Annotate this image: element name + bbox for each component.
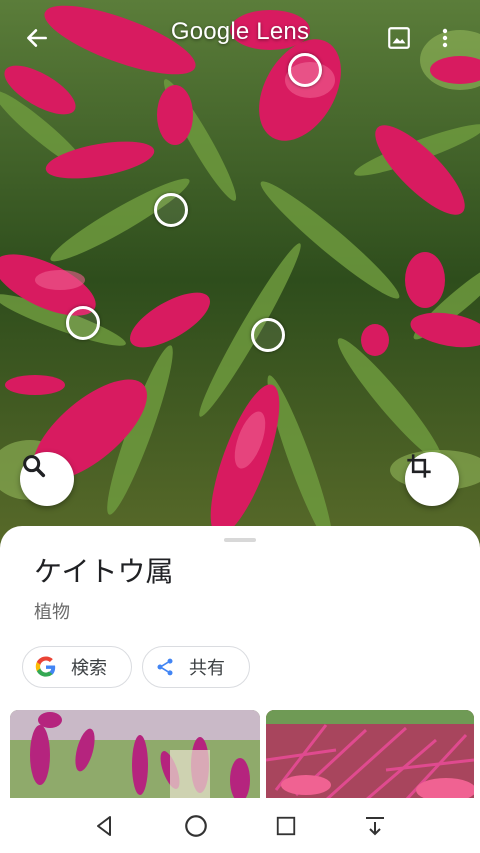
similar-images xyxy=(10,710,474,798)
share-chip[interactable]: 共有 xyxy=(142,646,250,688)
share-chip-label: 共有 xyxy=(189,658,225,679)
results-sheet[interactable]: ケイトウ属 植物 検索 共有 xyxy=(0,526,480,798)
nav-recents-icon[interactable] xyxy=(275,815,297,837)
detection-point-3[interactable] xyxy=(66,306,100,340)
nav-back-icon[interactable] xyxy=(93,814,117,838)
detection-point-4[interactable] xyxy=(251,318,285,352)
search-button[interactable] xyxy=(20,452,74,506)
image-icon xyxy=(388,27,410,49)
result-title: ケイトウ属 xyxy=(34,555,174,588)
similar-image-2-picture xyxy=(266,710,474,798)
sheet-drag-handle[interactable] xyxy=(224,538,256,542)
nav-notification-pull-icon[interactable] xyxy=(363,814,387,838)
search-icon xyxy=(23,455,46,478)
camera-photo[interactable] xyxy=(0,0,480,560)
action-chips: 検索 共有 xyxy=(22,646,250,688)
similar-image-2[interactable] xyxy=(266,710,474,798)
more-vert-icon xyxy=(442,28,448,48)
search-chip[interactable]: 検索 xyxy=(22,646,132,688)
similar-image-1-picture xyxy=(10,710,260,798)
detection-point-2[interactable] xyxy=(154,193,188,227)
nav-home-icon[interactable] xyxy=(183,813,209,839)
arrow-back-icon xyxy=(27,29,47,47)
more-options-button[interactable] xyxy=(428,21,462,55)
crop-icon xyxy=(407,454,431,478)
top-bar: Google Lens xyxy=(0,0,480,76)
result-category: 植物 xyxy=(34,602,70,623)
similar-image-1[interactable] xyxy=(10,710,260,798)
back-button[interactable] xyxy=(20,21,54,55)
google-g-icon xyxy=(35,656,56,677)
search-chip-label: 検索 xyxy=(71,658,107,679)
gallery-button[interactable] xyxy=(382,21,416,55)
crop-button[interactable] xyxy=(405,452,459,506)
system-navigation-bar xyxy=(0,798,480,853)
share-icon xyxy=(157,658,173,676)
